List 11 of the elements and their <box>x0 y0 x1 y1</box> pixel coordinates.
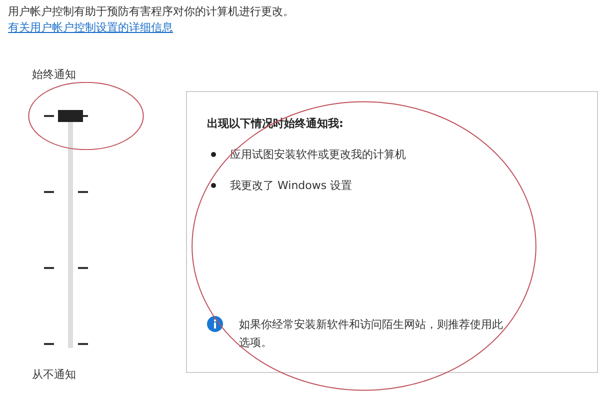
info-icon <box>207 316 223 332</box>
bullet-text: 我更改了 Windows 设置 <box>230 178 352 193</box>
slider-thumb[interactable] <box>58 110 83 122</box>
bullet-text: 应用试图安装软件或更改我的计算机 <box>230 147 406 162</box>
slider-bottom-label: 从不通知 <box>32 368 77 382</box>
note-text: 如果你经常安装新软件和访问陌生网站，则推荐使用此选项。 <box>239 317 504 351</box>
bullet-dot-icon <box>211 183 216 188</box>
intro-text: 用户帐户控制有助于预防有害程序对你的计算机进行更改。 <box>8 4 295 20</box>
slider-top-label: 始终通知 <box>32 68 77 82</box>
details-link[interactable]: 有关用户帐户控制设置的详细信息 <box>8 20 173 36</box>
bullet-dot-icon <box>211 152 216 157</box>
